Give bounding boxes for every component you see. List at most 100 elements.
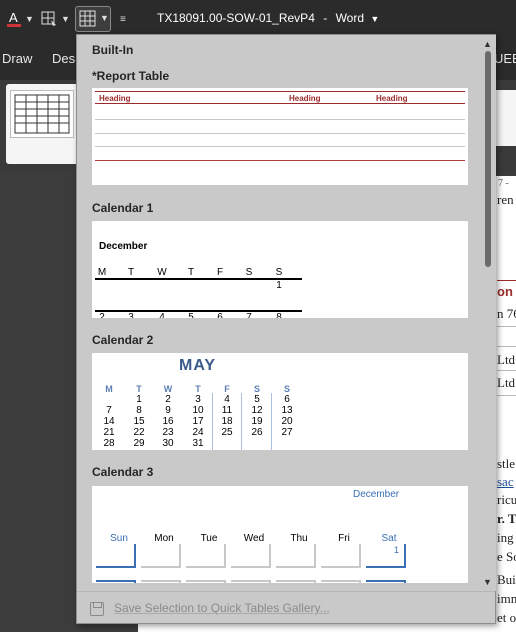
- gallery-item-report-table[interactable]: Heading Heading Heading: [92, 88, 468, 185]
- calendar2-day: S: [253, 384, 260, 394]
- gallery-item-calendar-1[interactable]: December M T W T F S S 1 2 3 4 5 6 7 8: [92, 221, 468, 318]
- calendar2-day: S: [283, 384, 290, 394]
- save-to-quick-tables-button[interactable]: Save Selection to Quick Tables Gallery..…: [114, 601, 330, 615]
- gallery-item-label: *Report Table: [92, 69, 170, 83]
- scroll-down-icon[interactable]: ▼: [483, 577, 492, 587]
- calendar1-day: T: [187, 267, 195, 278]
- table-icon: [79, 10, 96, 27]
- calendar2-date: 8: [136, 405, 142, 416]
- calendar1-date: 6: [217, 312, 223, 318]
- doc-text-fragment: Buil: [497, 572, 516, 587]
- shading-button[interactable]: ▼: [40, 9, 70, 29]
- shading-icon: [41, 11, 56, 26]
- calendar1-day: S: [275, 267, 283, 278]
- report-table-total-line: [95, 160, 465, 161]
- doc-text-fragment: et o: [497, 610, 516, 625]
- calendar1-date: 7: [246, 312, 252, 318]
- calendar1-rule: [95, 278, 302, 280]
- title-separator: -: [323, 11, 328, 25]
- chevron-down-icon: ▼: [370, 14, 380, 24]
- gallery-item-calendar-3[interactable]: December Sun Mon Tue Wed Thu Fri Sat 1: [92, 486, 468, 583]
- save-icon: [90, 602, 104, 616]
- calendar1-date: 4: [159, 312, 165, 318]
- font-color-button[interactable]: A ▼: [6, 9, 34, 29]
- doc-text-fragment: e So: [497, 549, 516, 564]
- calendar2-date: 23: [162, 427, 174, 438]
- calendar2-date: 12: [251, 405, 263, 416]
- doc-text-fragment: stle: [497, 456, 516, 471]
- report-table-row-line: [95, 146, 465, 147]
- customize-toolbar-button[interactable]: ≡: [120, 9, 126, 29]
- report-table-heading: Heading: [289, 94, 321, 103]
- calendar2-day: T: [195, 384, 201, 394]
- calendar3-cell: [366, 580, 406, 583]
- quick-tables-gallery: Built-In *Report Table Heading Heading H…: [76, 34, 496, 624]
- calendar2-day: W: [163, 384, 173, 394]
- calendar2-date: 17: [192, 416, 204, 427]
- gallery-scrollbar[interactable]: ▲ ▼: [480, 35, 496, 591]
- scrollbar-thumb[interactable]: [485, 51, 491, 267]
- table-style-thumbnail[interactable]: [10, 90, 74, 138]
- calendar2-divider: [212, 393, 213, 450]
- report-table-heading-row: Heading Heading Heading: [95, 91, 465, 104]
- doc-text-fragment: Ltd: [497, 352, 516, 367]
- calendar3-day: Sat: [381, 533, 397, 544]
- calendar2-month: MAY: [179, 357, 217, 374]
- calendar3-date: 1: [394, 545, 400, 555]
- calendar2-date: 26: [251, 427, 263, 438]
- doc-rule: [497, 346, 516, 347]
- document-title: TX18091.00-SOW-01_RevP4: [157, 11, 315, 25]
- calendar2-day: T: [136, 384, 142, 394]
- insert-table-button[interactable]: ▼: [75, 6, 111, 32]
- doc-text-fragment: imm: [497, 591, 516, 606]
- scroll-up-icon[interactable]: ▲: [483, 39, 492, 49]
- svg-text:A: A: [9, 10, 18, 25]
- calendar3-day: Fri: [338, 533, 350, 544]
- calendar2-date: 2: [165, 394, 171, 405]
- calendar2-date: 25: [221, 427, 233, 438]
- gallery-scroll-area[interactable]: Built-In *Report Table Heading Heading H…: [77, 35, 479, 591]
- tab-draw[interactable]: Draw: [2, 51, 32, 66]
- doc-text-fragment: Ltd: [497, 375, 516, 390]
- calendar2-divider: [271, 393, 272, 450]
- calendar3-month: December: [353, 489, 400, 500]
- section-header-built-in: Built-In: [92, 43, 134, 57]
- tab-partial[interactable]: UEB: [494, 51, 516, 66]
- tab-design[interactable]: Desi: [52, 51, 78, 66]
- calendar3-cell: [276, 544, 316, 568]
- calendar3-day: Tue: [200, 533, 218, 544]
- calendar2-date: 9: [165, 405, 171, 416]
- ruler-fragment: 7 -: [498, 178, 509, 189]
- calendar1-date: 1: [276, 280, 282, 291]
- calendar2-date: 13: [281, 405, 293, 416]
- calendar2-date: 31: [192, 438, 204, 449]
- report-table-heading: Heading: [99, 94, 131, 103]
- gallery-item-label: Calendar 3: [92, 465, 154, 479]
- doc-link-fragment[interactable]: sac: [497, 474, 514, 490]
- calendar1-day: M: [97, 267, 107, 278]
- gallery-item-calendar-2[interactable]: MAY M T W T F S S 1 2 3 4 5 6 7 8 9 10 11 12 13 14 15 1…: [92, 353, 468, 450]
- ribbon-right-edge: [495, 90, 516, 146]
- calendar3-cell: [96, 580, 136, 583]
- window-title[interactable]: TX18091.00-SOW-01_RevP4 - Word ▼: [157, 11, 379, 25]
- calendar1-date: 2: [99, 312, 105, 318]
- calendar3-cell: [141, 544, 181, 568]
- chevron-down-icon: ▼: [100, 13, 109, 23]
- calendar2-date: 5: [254, 394, 260, 405]
- calendar3-cell: [321, 580, 361, 583]
- calendar2-date: 3: [195, 394, 201, 405]
- calendar1-date: 8: [276, 312, 282, 318]
- calendar1-day: W: [157, 267, 167, 278]
- doc-text-fragment: ricu: [497, 492, 516, 507]
- doc-text-fragment: on: [497, 284, 513, 299]
- calendar2-date: 4: [224, 394, 230, 405]
- calendar1-day: T: [127, 267, 135, 278]
- calendar2-date: 14: [103, 416, 115, 427]
- calendar2-date: 19: [251, 416, 263, 427]
- calendar2-date: 6: [284, 394, 290, 405]
- calendar2-date: 10: [192, 405, 204, 416]
- report-table-row-line: [95, 133, 465, 134]
- calendar3-cell: [321, 544, 361, 568]
- font-color-icon: A: [7, 10, 21, 27]
- table-style-preview-icon: [14, 94, 70, 134]
